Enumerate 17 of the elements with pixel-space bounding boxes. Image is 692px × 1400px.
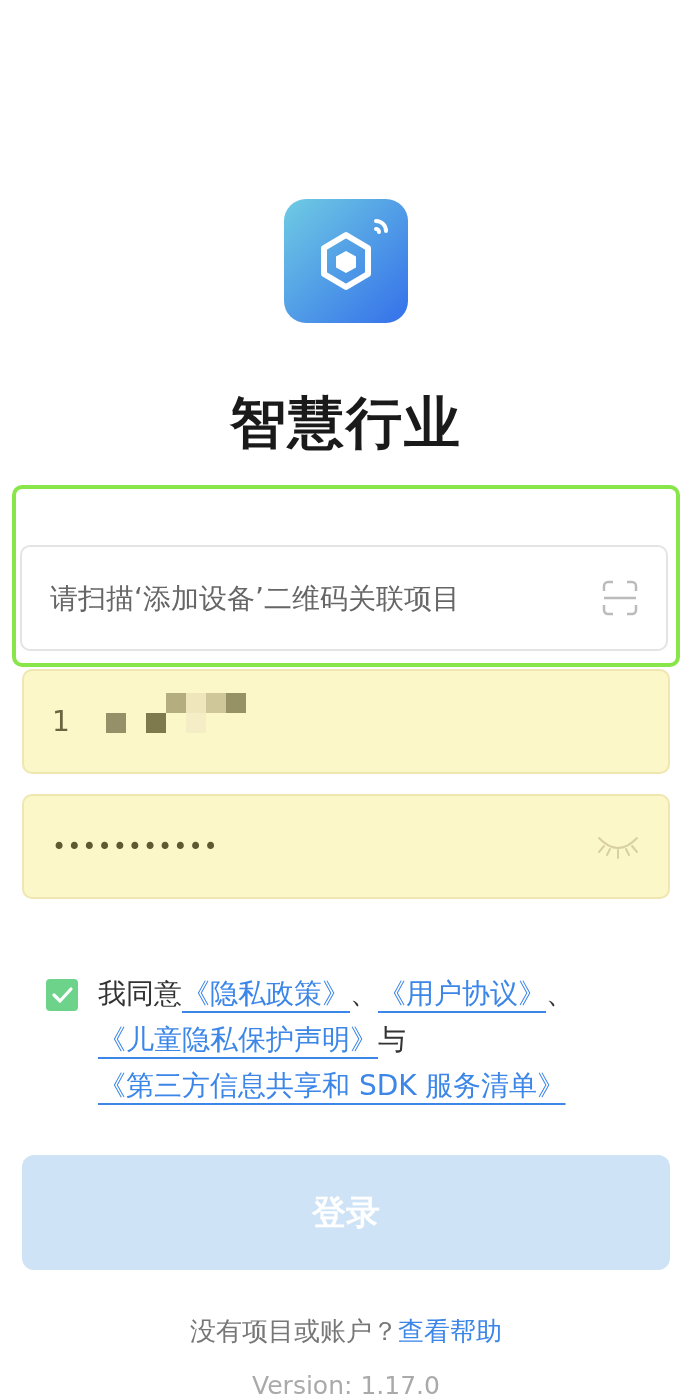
password-field[interactable]: •••••••••••	[22, 794, 670, 900]
help-prompt: 没有项目或账户？	[190, 1315, 398, 1348]
app-title: 智慧行业	[230, 389, 462, 457]
scan-icon[interactable]	[600, 578, 640, 618]
help-link[interactable]: 查看帮助	[398, 1314, 502, 1349]
phone-value: 1	[52, 705, 70, 738]
policy-link[interactable]: 《隐私政策》	[182, 977, 350, 1011]
agree-checkbox[interactable]	[46, 979, 78, 1012]
policy-link[interactable]: 《儿童隐私保护声明》	[98, 1023, 378, 1057]
app-logo-icon	[284, 199, 408, 323]
version-text: Version: 1.17.0	[252, 1371, 440, 1400]
policy-link[interactable]: 《第三方信息共享和 SDK 服务清单》	[98, 1069, 566, 1103]
project-field[interactable]: 请扫描‘添加设备’二维码关联项目	[20, 545, 668, 651]
policy-link[interactable]: 《用户协议》	[378, 977, 546, 1011]
password-value: •••••••••••	[52, 832, 219, 861]
agreement-text: 我同意《隐私政策》、《用户协议》、 《儿童隐私保护声明》与 《第三方信息共享和 SDK 服务清单》	[98, 976, 575, 1105]
phone-field[interactable]: 1	[22, 669, 670, 775]
